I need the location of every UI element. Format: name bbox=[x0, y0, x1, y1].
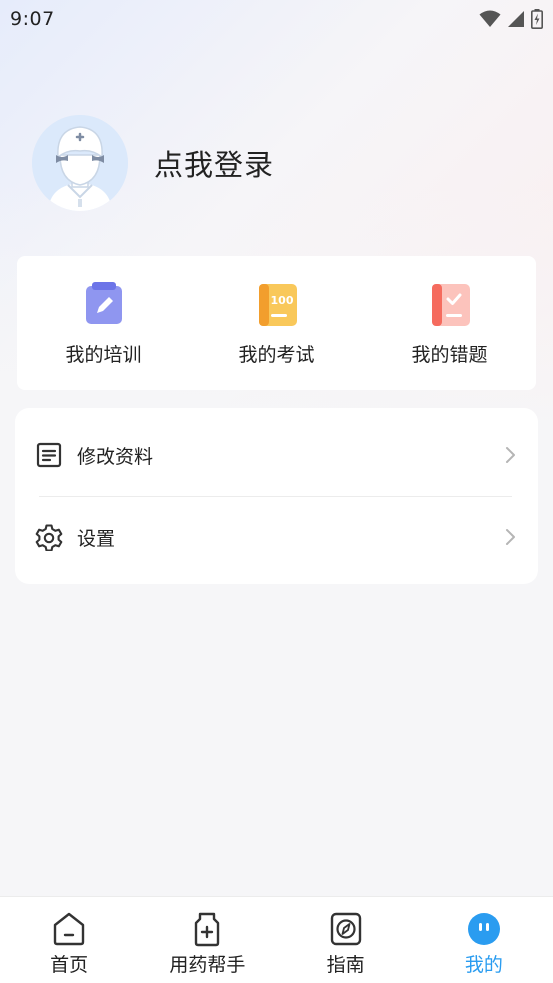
my-mistakes-label: 我的错题 bbox=[411, 343, 488, 366]
tab-home-label: 首页 bbox=[50, 954, 89, 976]
settings-label: 设置 bbox=[77, 527, 116, 550]
my-exams-label: 我的考试 bbox=[238, 343, 315, 366]
settings-row[interactable]: 设置 bbox=[15, 496, 538, 578]
edit-profile-row[interactable]: 修改资料 bbox=[15, 414, 538, 496]
my-training-label: 我的培训 bbox=[65, 343, 142, 366]
status-time: 9:07 bbox=[10, 8, 55, 30]
profile-face-icon bbox=[467, 913, 500, 945]
avatar[interactable] bbox=[32, 115, 128, 211]
settings-menu-card: 修改资料 设置 bbox=[15, 408, 538, 584]
document-list-icon bbox=[36, 442, 62, 468]
login-link[interactable]: 点我登录 bbox=[154, 142, 274, 184]
profile-header[interactable]: 点我登录 bbox=[32, 115, 274, 211]
chevron-right-icon bbox=[506, 447, 515, 463]
my-exams-button[interactable]: 100 我的考试 bbox=[202, 280, 352, 367]
my-training-button[interactable]: 我的培训 bbox=[29, 280, 179, 367]
status-bar: 9:07 bbox=[0, 0, 553, 38]
tab-home[interactable]: 首页 bbox=[0, 897, 138, 983]
home-icon bbox=[53, 912, 85, 946]
medicine-bottle-icon bbox=[195, 912, 220, 947]
exam-score-badge: 100 bbox=[270, 294, 293, 307]
tab-guide-label: 指南 bbox=[326, 954, 365, 976]
cellular-signal-icon bbox=[508, 11, 524, 27]
tab-mine-label: 我的 bbox=[464, 954, 503, 976]
bottom-tab-bar: 首页 用药帮手 指南 我的 bbox=[0, 896, 553, 983]
quick-actions-card: 我的培训 100 我的考试 我的错题 bbox=[17, 256, 536, 390]
doctor-avatar-icon bbox=[32, 115, 128, 211]
status-icons bbox=[479, 9, 543, 29]
tab-mine[interactable]: 我的 bbox=[415, 897, 553, 983]
edit-profile-label: 修改资料 bbox=[77, 445, 154, 468]
chevron-right-icon bbox=[506, 529, 515, 545]
clipboard-edit-icon bbox=[85, 281, 122, 324]
compass-icon bbox=[330, 912, 361, 946]
battery-icon bbox=[531, 9, 543, 29]
my-mistakes-button[interactable]: 我的错题 bbox=[375, 280, 525, 367]
wrong-book-icon bbox=[431, 283, 470, 326]
tab-medication-helper-label: 用药帮手 bbox=[169, 954, 246, 976]
gear-icon bbox=[35, 524, 63, 551]
wifi-icon bbox=[479, 10, 501, 27]
tab-medication-helper[interactable]: 用药帮手 bbox=[138, 897, 276, 983]
tab-guide[interactable]: 指南 bbox=[277, 897, 415, 983]
exam-book-icon: 100 bbox=[258, 283, 297, 326]
